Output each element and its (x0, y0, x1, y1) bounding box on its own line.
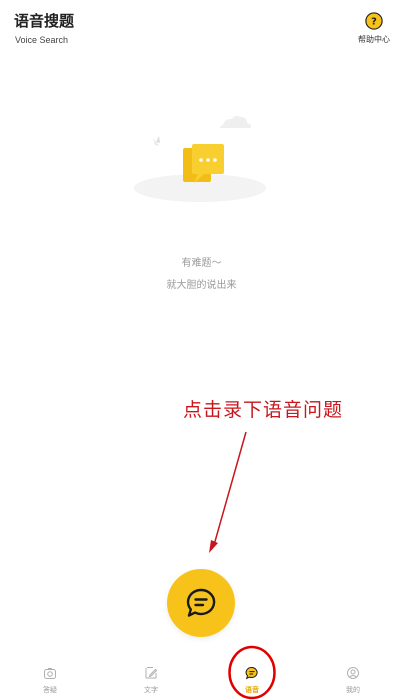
instruction-annotation: 点击录下语音问题 (183, 399, 344, 421)
empty-state-text: 有难题～ (181, 258, 222, 269)
svg-text:?: ? (371, 17, 377, 28)
camera-icon (44, 668, 56, 679)
tab-text[interactable]: 文字 (121, 658, 181, 700)
profile-icon (347, 667, 359, 679)
empty-state-illustration (134, 115, 266, 202)
tab-label: 文字 (144, 686, 158, 694)
help-center-button[interactable]: ? 帮助中心 (357, 12, 391, 45)
record-voice-button[interactable] (167, 569, 235, 637)
help-icon: ? (365, 12, 383, 30)
help-center-label: 帮助中心 (358, 35, 390, 44)
page-subtitle: Voice Search (15, 35, 69, 45)
page-title: 语音搜题 (14, 12, 75, 30)
tab-label: 语音 (245, 686, 259, 694)
voice-chat-icon (245, 667, 258, 680)
tab-profile[interactable]: 我的 (323, 658, 383, 700)
edit-icon (145, 667, 158, 679)
tab-label: 我的 (346, 686, 360, 694)
header: 语音搜题 Voice Search ? 帮助中心 (0, 0, 403, 56)
tab-label: 答疑 (43, 686, 57, 694)
tab-voice[interactable]: 语音 (222, 658, 282, 700)
bottom-tab-bar: 答疑 文字 语音 我的 (0, 658, 403, 700)
empty-state-subtext: 就大胆的说出来 (166, 280, 237, 291)
tab-answers[interactable]: 答疑 (20, 658, 80, 700)
chat-bubble-icon (186, 588, 216, 617)
